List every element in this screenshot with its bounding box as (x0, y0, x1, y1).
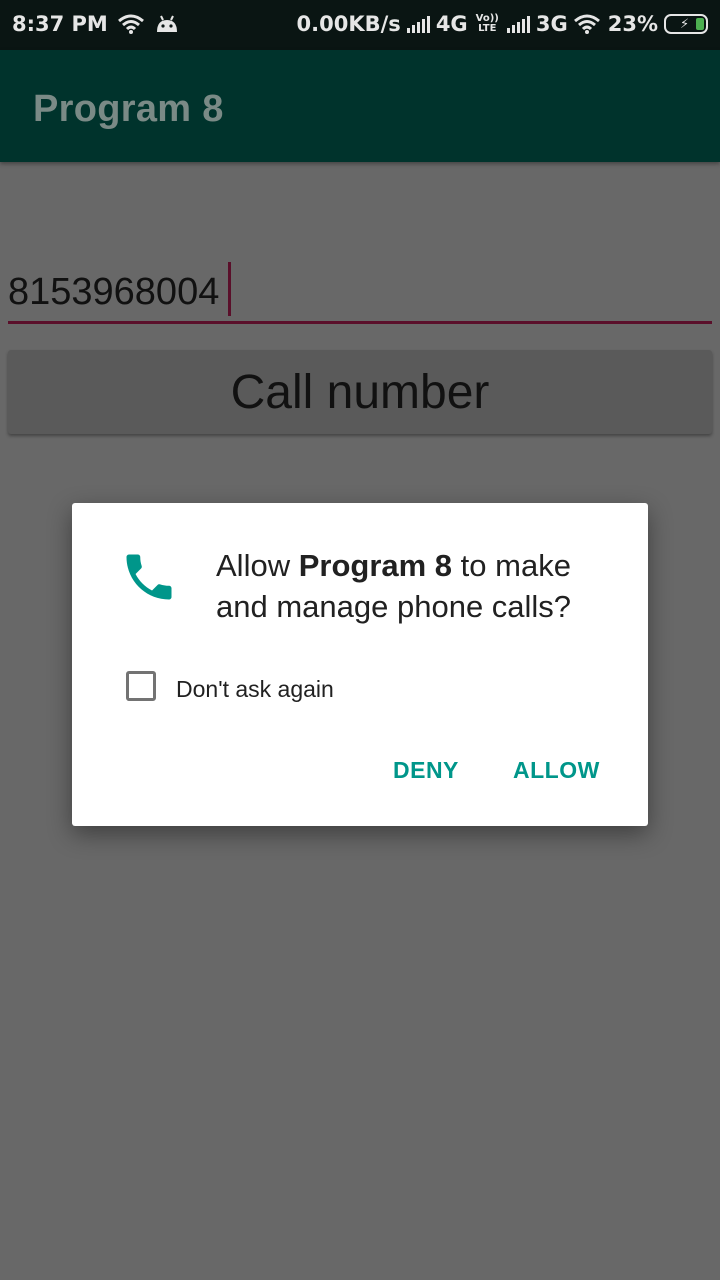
net-speed: 0.00KB/s (296, 12, 401, 36)
signal-strength-icon-2 (506, 15, 530, 33)
call-number-label: Call number (230, 365, 490, 419)
android-notification-icon (156, 15, 177, 32)
network-type-2: 3G (535, 12, 568, 36)
wifi-icon-2 (573, 14, 600, 34)
text-cursor (228, 262, 231, 316)
volte-icon: Vo)) LTE (476, 14, 499, 34)
permission-dialog: Allow Program 8 to make and manage phone… (72, 503, 648, 826)
input-underline (8, 321, 712, 324)
msg-prefix: Allow (216, 548, 299, 583)
battery-charging-icon: ⚡ (664, 14, 708, 34)
status-time: 8:37 PM (12, 12, 108, 36)
dont-ask-again-label[interactable]: Don't ask again (176, 676, 334, 703)
phone-number-value: 8153968004 (8, 271, 220, 313)
battery-percent: 23% (607, 12, 658, 36)
permission-message: Allow Program 8 to make and manage phone… (216, 545, 626, 627)
dont-ask-again-checkbox[interactable] (126, 671, 156, 701)
volte-bottom: LTE (478, 23, 497, 34)
phone-icon (126, 554, 172, 600)
network-type-1: 4G (435, 12, 468, 36)
status-bar: 8:37 PM 0.00KB/s 4G Vo)) LTE 3G 23% ⚡ (0, 0, 720, 50)
phone-number-input[interactable]: 8153968004 (8, 262, 712, 324)
msg-app-name: Program 8 (298, 548, 453, 583)
status-bar-left: 8:37 PM (12, 12, 180, 36)
call-number-button[interactable]: Call number (8, 350, 712, 434)
wifi-icon (117, 14, 144, 34)
signal-strength-icon (406, 15, 430, 33)
allow-button[interactable]: ALLOW (513, 757, 600, 784)
app-title: Program 8 (33, 88, 224, 130)
deny-button[interactable]: DENY (393, 757, 459, 784)
app-bar: Program 8 (0, 50, 720, 162)
status-bar-right: 0.00KB/s 4G Vo)) LTE 3G 23% ⚡ (297, 12, 708, 36)
